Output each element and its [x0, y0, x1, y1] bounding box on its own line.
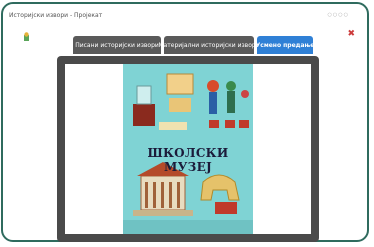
content-viewer: ШКОЛСКИ МУЗЕЈ: [57, 56, 319, 242]
tab-label: Материјални историјски извори: [158, 41, 260, 49]
content-viewer-inner: ШКОЛСКИ МУЗЕЈ: [65, 64, 311, 234]
window-controls-text: ○○○○: [327, 12, 349, 18]
close-icon[interactable]: ✖: [347, 30, 355, 39]
tab-bar: Писани историјски извори Материјални ист…: [73, 36, 315, 56]
app-logo-icon: [24, 32, 29, 41]
tab-oral-tradition[interactable]: Усмено предање: [255, 36, 315, 54]
poster-title: ШКОЛСКИ МУЗЕЈ: [147, 146, 229, 174]
window-title: Историјски извори - Пројекат: [9, 12, 103, 19]
tab-label: Писани историјски извори: [75, 41, 159, 49]
tab-material-sources[interactable]: Материјални историјски извори: [158, 36, 260, 54]
tab-written-sources[interactable]: Писани историјски извори: [73, 36, 161, 54]
app-window-frame: Историјски извори - Пројекат ○○○○ ✖ Писа…: [1, 2, 369, 242]
tab-label: Усмено предање: [255, 41, 315, 49]
